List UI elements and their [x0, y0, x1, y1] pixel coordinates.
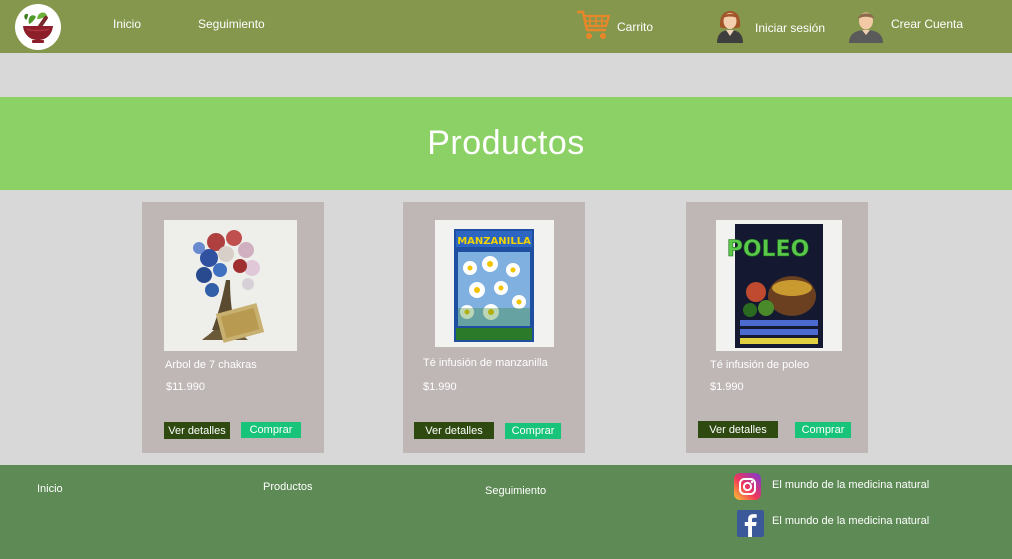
product-card: MANZANILLA Té infusión de manzanilla $1.…: [403, 202, 585, 453]
products-banner: Productos: [0, 97, 1012, 190]
product-name[interactable]: Té infusión de manzanilla: [423, 357, 548, 369]
nav-home-link[interactable]: Inicio: [113, 17, 141, 31]
product-price: $1.990: [423, 381, 457, 393]
product-image-poleo-tea[interactable]: POLEO: [716, 220, 842, 351]
buy-button[interactable]: Comprar: [241, 422, 301, 438]
login-link[interactable]: Iniciar sesión: [755, 21, 825, 35]
logo-icon[interactable]: [15, 4, 61, 50]
product-name[interactable]: Arbol de 7 chakras: [165, 359, 257, 371]
male-avatar-icon[interactable]: [847, 9, 885, 43]
cart-link[interactable]: Carrito: [617, 20, 653, 34]
facebook-link[interactable]: El mundo de la medicina natural: [772, 515, 929, 527]
product-name[interactable]: Té infusión de poleo: [710, 359, 809, 371]
signup-link[interactable]: Crear Cuenta: [891, 17, 963, 31]
view-details-button[interactable]: Ver detalles: [164, 422, 230, 439]
product-image-chamomile-tea[interactable]: MANZANILLA: [435, 220, 554, 347]
nav-tracking-link[interactable]: Seguimiento: [198, 17, 265, 31]
page-title: Productos: [427, 124, 585, 162]
product-card: POLEO Té infusión de poleo $1.990 Ver de…: [686, 202, 868, 453]
product-image-chakra-tree[interactable]: [164, 220, 297, 351]
instagram-link[interactable]: El mundo de la medicina natural: [772, 479, 929, 491]
buy-button[interactable]: Comprar: [505, 423, 561, 439]
package-label: POLEO: [727, 237, 810, 262]
female-avatar-icon[interactable]: [711, 9, 749, 43]
product-price: $1.990: [710, 381, 744, 393]
instagram-icon[interactable]: [734, 473, 761, 500]
footer: Inicio Productos Seguimiento El mundo de…: [0, 465, 1012, 559]
footer-products-link[interactable]: Productos: [263, 481, 313, 493]
view-details-button[interactable]: Ver detalles: [414, 422, 494, 439]
cart-icon[interactable]: [575, 8, 611, 42]
view-details-button[interactable]: Ver detalles: [698, 421, 778, 438]
footer-home-link[interactable]: Inicio: [37, 483, 63, 495]
footer-tracking-link[interactable]: Seguimiento: [485, 485, 546, 497]
product-card: Arbol de 7 chakras $11.990 Ver detalles …: [142, 202, 324, 453]
package-label: MANZANILLA: [457, 236, 531, 247]
product-price: $11.990: [166, 381, 205, 393]
buy-button[interactable]: Comprar: [795, 422, 851, 438]
facebook-icon[interactable]: [737, 510, 764, 537]
top-navbar: Inicio Seguimiento Carrito Iniciar sesió…: [0, 0, 1012, 53]
